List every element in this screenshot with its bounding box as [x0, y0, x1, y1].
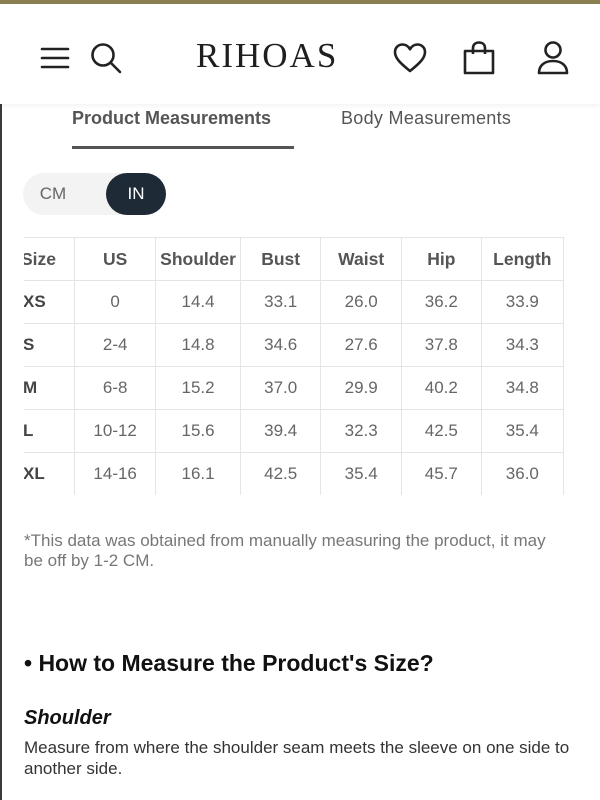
table-cell: 34.3: [480, 323, 565, 367]
size-table-scroll[interactable]: Size US Shoulder Bust Waist Hip Length X…: [24, 237, 576, 495]
table-cell: 32.3: [320, 409, 402, 453]
search-icon[interactable]: [88, 40, 124, 76]
column-header: Shoulder: [155, 237, 241, 281]
table-cell: 2-4: [74, 323, 157, 367]
table-cell: 35.4: [320, 452, 402, 495]
table-cell: XL: [24, 452, 76, 495]
table-cell: 33.9: [480, 280, 565, 324]
tab-product-measurements[interactable]: Product Measurements: [72, 108, 294, 149]
table-cell: 42.5: [400, 409, 482, 453]
table-cell: 0: [74, 280, 157, 324]
table-cell: 14.8: [155, 323, 241, 367]
table-row: S 2-4 14.8 34.6 27.6 37.8 34.3: [24, 323, 565, 367]
column-header: US: [74, 237, 157, 281]
column-header: Size: [24, 237, 76, 281]
table-cell: M: [24, 366, 76, 410]
menu-icon[interactable]: [37, 40, 73, 76]
table-cell: 36.2: [400, 280, 482, 324]
column-header: Waist: [320, 237, 402, 281]
table-cell: 33.1: [239, 280, 322, 324]
table-cell: 40.2: [400, 366, 482, 410]
table-cell: 34.6: [239, 323, 322, 367]
measurement-disclaimer: *This data was obtained from manually me…: [24, 531, 546, 570]
how-to-measure-heading: • How to Measure the Product's Size?: [24, 650, 434, 676]
measurement-tabs: Product Measurements Body Measurements: [0, 104, 600, 154]
account-icon[interactable]: [535, 40, 571, 76]
table-cell: XS: [24, 280, 76, 324]
table-cell: L: [24, 409, 76, 453]
tab-body-measurements[interactable]: Body Measurements: [341, 108, 511, 129]
shoulder-heading: Shoulder: [24, 707, 111, 729]
table-cell: 14.4: [155, 280, 241, 324]
table-cell: 15.2: [155, 366, 241, 410]
table-cell: 29.9: [320, 366, 402, 410]
site-header: RIHOAS: [0, 4, 600, 104]
table-cell: S: [24, 323, 76, 367]
table-cell: 14-16: [74, 452, 157, 495]
table-cell: 36.0: [480, 452, 565, 495]
unit-cm-button[interactable]: CM: [23, 173, 83, 215]
table-row: M 6-8 15.2 37.0 29.9 40.2 34.8: [24, 366, 565, 410]
column-header: Hip: [400, 237, 482, 281]
table-row: XL 14-16 16.1 42.5 35.4 45.7 36.0: [24, 452, 565, 495]
table-header-row: Size US Shoulder Bust Waist Hip Length: [24, 237, 565, 281]
column-header: Bust: [239, 237, 322, 281]
shoulder-description: Measure from where the shoulder seam mee…: [24, 738, 570, 778]
table-cell: 37.8: [400, 323, 482, 367]
table-cell: 42.5: [239, 452, 322, 495]
content-left-border: [0, 104, 2, 800]
table-cell: 10-12: [74, 409, 157, 453]
table-row: XS 0 14.4 33.1 26.0 36.2 33.9: [24, 280, 565, 324]
unit-in-button[interactable]: IN: [106, 173, 166, 215]
column-header: Length: [480, 237, 565, 281]
table-cell: 27.6: [320, 323, 402, 367]
brand-logo[interactable]: RIHOAS: [196, 36, 338, 76]
table-row: L 10-12 15.6 39.4 32.3 42.5 35.4: [24, 409, 565, 453]
table-cell: 35.4: [480, 409, 565, 453]
heart-icon[interactable]: [392, 40, 428, 76]
bag-icon[interactable]: [461, 40, 497, 76]
table-cell: 34.8: [480, 366, 565, 410]
table-cell: 39.4: [239, 409, 322, 453]
size-table: Size US Shoulder Bust Waist Hip Length X…: [24, 237, 565, 495]
table-cell: 15.6: [155, 409, 241, 453]
table-cell: 6-8: [74, 366, 157, 410]
unit-toggle: CM IN: [23, 173, 166, 215]
table-cell: 16.1: [155, 452, 241, 495]
table-cell: 26.0: [320, 280, 402, 324]
table-cell: 37.0: [239, 366, 322, 410]
table-cell: 45.7: [400, 452, 482, 495]
